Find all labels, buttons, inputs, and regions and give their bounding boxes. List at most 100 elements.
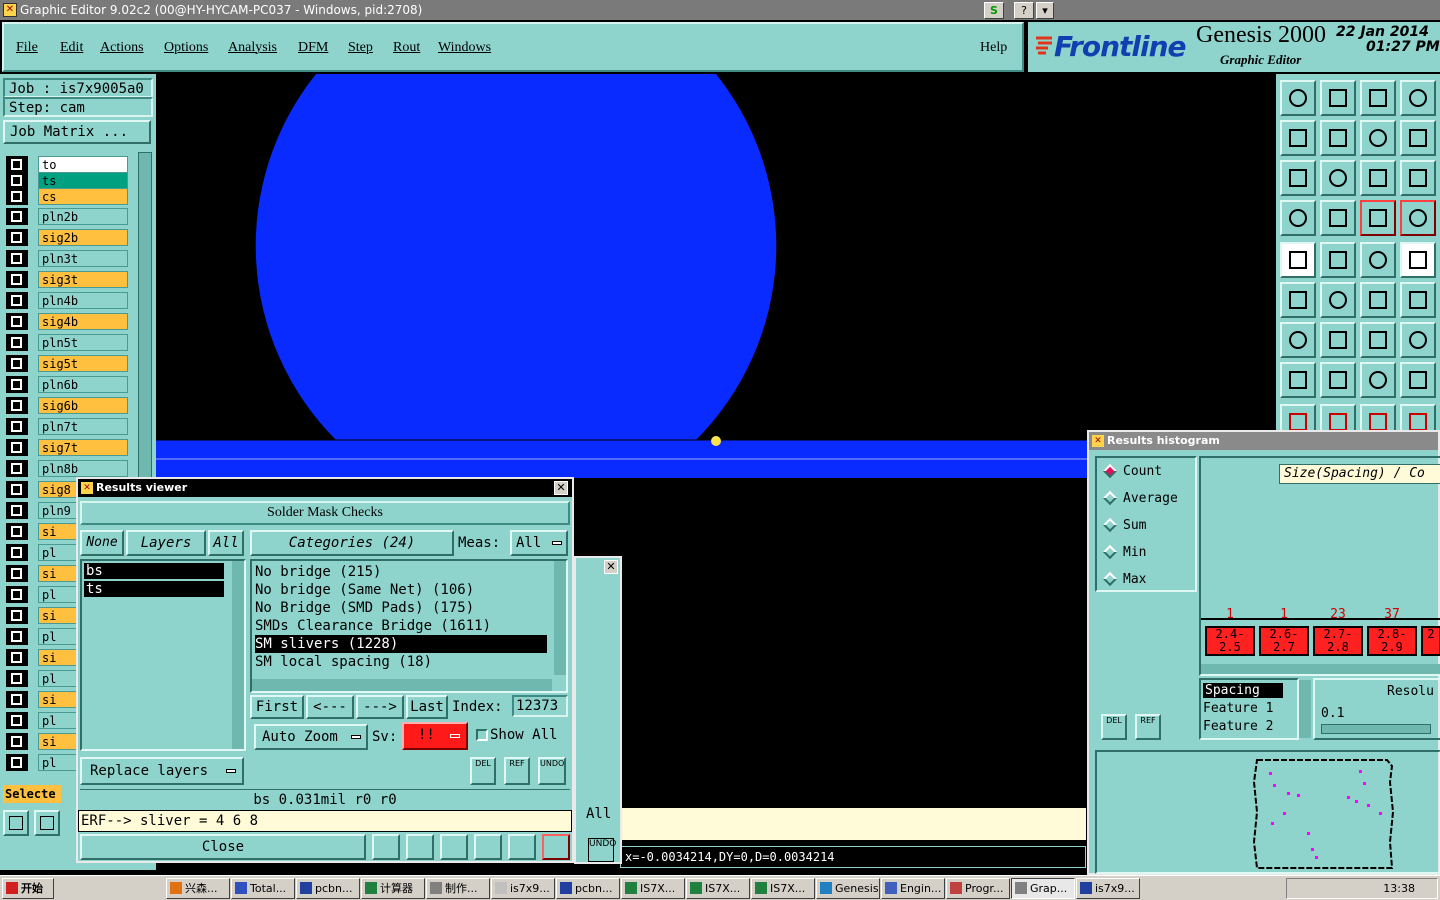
taskbar-item[interactable]: Total... [231,878,295,899]
layer-checkbox[interactable] [6,208,28,225]
symbol-tool-button[interactable] [1400,322,1436,358]
arrow-red-tool-button[interactable] [1360,282,1396,318]
layer-item-bs[interactable]: bs [84,563,224,579]
point-tool-button[interactable] [1280,362,1316,398]
layer-checkbox[interactable] [6,229,28,246]
layer-checkbox[interactable] [6,586,28,603]
taskbar-item[interactable]: pcbn... [556,878,620,899]
category-item[interactable]: No bridge (Same Net) (106) [255,581,547,599]
taskbar-item[interactable]: Grap... [1011,878,1075,899]
layer-name[interactable]: pln2b [38,208,128,225]
auto-zoom-dropdown[interactable]: Auto Zoom [254,724,368,750]
move-left-tool-button[interactable] [1280,120,1316,156]
layer-checkbox[interactable] [6,502,28,519]
taskbar-item[interactable]: IS7X... [621,878,685,899]
hline-tool-button[interactable] [1320,362,1356,398]
layer-checkbox[interactable] [6,754,28,771]
background-close-button[interactable]: ✕ [604,560,618,574]
menu-rout[interactable]: Rout [393,40,420,56]
report-icon-3[interactable] [440,834,468,860]
menu-help[interactable]: Help [980,40,1007,56]
report-icon-4[interactable] [474,834,502,860]
layer-row[interactable]: sig6b [6,397,128,414]
hist-ref-button[interactable]: REF [1135,714,1161,740]
layer-checkbox[interactable] [6,523,28,540]
layer-row[interactable]: pln7t [6,418,128,435]
start-button[interactable]: 开始 [2,878,54,899]
layer-checkbox[interactable] [6,292,28,309]
layer-checkbox[interactable] [6,397,28,414]
hist-del-button[interactable]: DEL [1101,714,1127,740]
move-right-tool-button[interactable] [1320,120,1356,156]
layer-checkbox[interactable] [6,691,28,708]
select-line-tool-button[interactable] [1320,242,1356,278]
layer-name[interactable]: to [38,156,128,173]
layer-checkbox[interactable] [6,481,28,498]
field-spacing[interactable]: Spacing [1203,683,1283,698]
mode-count[interactable]: Count [1102,463,1162,479]
layer-checkbox[interactable] [6,712,28,729]
window-tool-button[interactable] [1400,80,1436,116]
layer-checkbox[interactable] [6,670,28,687]
layer-row[interactable]: sig3t [6,271,128,288]
prev-button[interactable]: <--- [306,695,354,719]
board-preview[interactable] [1095,750,1440,874]
all-layers-button[interactable]: All [208,530,244,556]
job-matrix-button[interactable]: Job Matrix ... [3,120,151,144]
layer-name[interactable]: pln4b [38,292,128,309]
layer-name[interactable]: sig5t [38,355,128,372]
layer-list-scrollbar[interactable] [232,561,244,749]
taskbar-item[interactable]: is7x9... [491,878,555,899]
home-tool-button[interactable] [1360,80,1396,116]
field-feature-2[interactable]: Feature 2 [1203,719,1273,734]
category-list[interactable]: No bridge (215) No bridge (Same Net) (10… [250,559,568,693]
layer-checkbox[interactable] [6,460,28,477]
last-button[interactable]: Last [406,695,448,719]
histogram-hscrollbar[interactable] [1201,664,1440,674]
mode-sum[interactable]: Sum [1102,517,1146,533]
category-scrollbar[interactable] [554,561,566,675]
category-item[interactable]: No Bridge (SMD Pads) (175) [255,599,547,617]
category-item[interactable]: SMDs Clearance Bridge (1611) [255,617,547,635]
cross-tool-button[interactable] [1320,282,1356,318]
layer-checkbox[interactable] [6,733,28,750]
measure-tool-button[interactable] [34,810,60,836]
report-icon-5[interactable] [508,834,536,860]
del-button[interactable]: DEL [470,757,496,785]
histogram-field-list[interactable]: Spacing Feature 1 Feature 2 [1199,678,1299,740]
layer-name[interactable]: sig6b [38,397,128,414]
mode-average[interactable]: Average [1102,490,1178,506]
taskbar-item[interactable]: 兴森... [166,878,230,899]
grid-tool-button[interactable] [1320,200,1356,236]
layer-name[interactable]: sig4b [38,313,128,330]
layer-checkbox[interactable] [6,355,28,372]
taskbar-item[interactable]: Progr... [946,878,1010,899]
layer-row[interactable]: pln8b [6,460,128,477]
first-button[interactable]: First [250,695,304,719]
layer-name[interactable]: pln3t [38,250,128,267]
severity-dropdown[interactable]: !! [402,722,468,750]
help-tool-button[interactable]: ? [1014,2,1034,19]
layer-row[interactable]: pln2b [6,208,128,225]
undo-button[interactable]: UNDO [538,757,566,785]
layer-checkbox[interactable] [6,607,28,624]
sliver-marker[interactable] [711,436,721,446]
categories-button[interactable]: Categories (24) [250,530,454,556]
layer-checkbox[interactable] [6,418,28,435]
layer-row[interactable]: sig4b [6,313,128,330]
angle-tool-button[interactable] [1280,322,1316,358]
zoom-tool-button[interactable] [3,810,29,836]
category-item[interactable]: SM local spacing (18) [255,653,547,671]
report-icon-2[interactable] [406,834,434,860]
layer-name[interactable]: cs [38,188,128,205]
mode-min[interactable]: Min [1102,544,1146,560]
field-list-scrollbar[interactable] [1299,680,1311,738]
layer-checkbox[interactable] [6,544,28,561]
dropdown-button[interactable]: ▾ [1036,2,1054,19]
s-tool-button[interactable]: S [984,2,1004,19]
layer-row[interactable]: sig7t [6,439,128,456]
layer-row[interactable]: pln5t [6,334,128,351]
layer-name[interactable]: pln6b [38,376,128,393]
ref-button[interactable]: REF [504,757,530,785]
ruler-tool-button[interactable] [1360,242,1396,278]
